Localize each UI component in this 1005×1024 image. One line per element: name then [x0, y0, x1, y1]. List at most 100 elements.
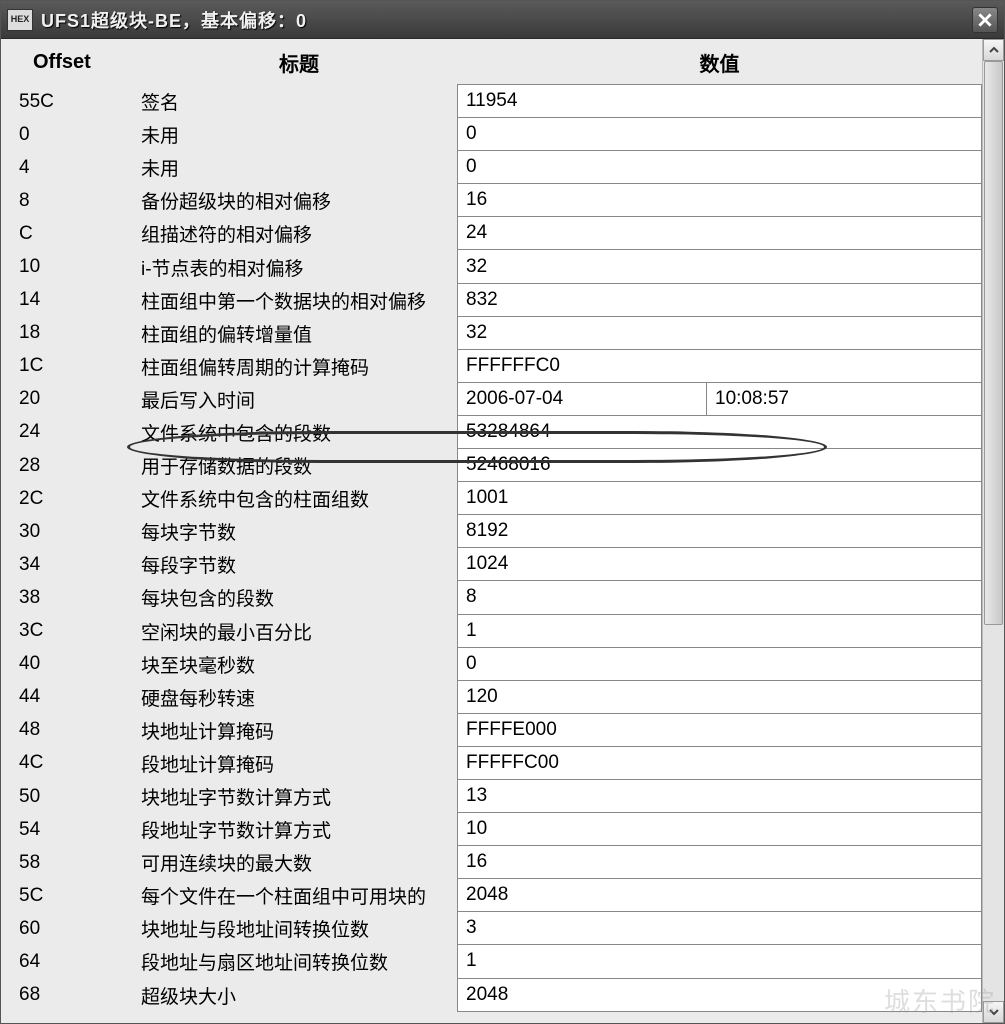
table-row[interactable]: 4C段地址计算掩码FFFFFC00	[1, 747, 982, 780]
cell-value-container: 52468016	[457, 449, 982, 482]
cell-value-container: 1024	[457, 548, 982, 581]
value-cell[interactable]: 2048	[457, 878, 982, 912]
table-row[interactable]: 20最后写入时间2006-07-0410:08:57	[1, 383, 982, 416]
value-cell[interactable]: 2048	[457, 978, 982, 1012]
window-title: UFS1超级块-BE，基本偏移：0	[41, 7, 972, 33]
value-cell[interactable]: 0	[457, 647, 982, 681]
cell-value-container: 13	[457, 780, 982, 813]
value-cell[interactable]: 16	[457, 183, 982, 217]
cell-title: i-节点表的相对偏移	[141, 254, 457, 281]
header-value: 数值	[457, 48, 982, 77]
table-row[interactable]: 48块地址计算掩码FFFFE000	[1, 714, 982, 747]
table-row[interactable]: 14柱面组中第一个数据块的相对偏移832	[1, 284, 982, 317]
cell-offset: 1C	[1, 355, 141, 377]
table-row[interactable]: 38每块包含的段数8	[1, 581, 982, 614]
value-cell[interactable]: 2006-07-04	[457, 382, 707, 416]
header-title: 标题	[141, 48, 457, 77]
value-cell[interactable]: 8192	[457, 514, 982, 548]
cell-title: 文件系统中包含的柱面组数	[141, 485, 457, 512]
titlebar[interactable]: HEX UFS1超级块-BE，基本偏移：0	[1, 1, 1004, 39]
cell-offset: 8	[1, 190, 141, 212]
cell-title: 块地址计算掩码	[141, 717, 457, 744]
cell-value-container: 16	[457, 846, 982, 879]
table-row[interactable]: 54段地址字节数计算方式10	[1, 813, 982, 846]
value-cell[interactable]: 32	[457, 316, 982, 350]
cell-value-container: 1	[457, 615, 982, 648]
value-cell-2[interactable]: 10:08:57	[706, 382, 982, 416]
cell-title: 未用	[141, 154, 457, 181]
value-cell[interactable]: 120	[457, 680, 982, 714]
table-row[interactable]: 55C签名11954	[1, 85, 982, 118]
cell-offset: 58	[1, 852, 141, 874]
table-row[interactable]: 10i-节点表的相对偏移32	[1, 250, 982, 283]
value-cell[interactable]: 10	[457, 812, 982, 846]
scrollbar-track[interactable]	[983, 61, 1004, 1001]
table-row[interactable]: 44硬盘每秒转速120	[1, 681, 982, 714]
value-cell[interactable]: 53284864	[457, 415, 982, 449]
cell-offset: 64	[1, 951, 141, 973]
value-cell[interactable]: 13	[457, 779, 982, 813]
value-cell[interactable]: 8	[457, 580, 982, 614]
value-cell[interactable]: 11954	[457, 84, 982, 118]
table-row[interactable]: 40块至块毫秒数0	[1, 648, 982, 681]
table-row[interactable]: 2C文件系统中包含的柱面组数1001	[1, 482, 982, 515]
table-row[interactable]: C组描述符的相对偏移24	[1, 217, 982, 250]
table-row[interactable]: 30每块字节数8192	[1, 515, 982, 548]
value-cell[interactable]: 1	[457, 614, 982, 648]
cell-offset: 48	[1, 719, 141, 741]
value-cell[interactable]: 1001	[457, 481, 982, 515]
cell-value-container: FFFFFC00	[457, 747, 982, 780]
table-row[interactable]: 28用于存储数据的段数52468016	[1, 449, 982, 482]
close-button[interactable]	[972, 7, 998, 33]
value-cell[interactable]: 832	[457, 283, 982, 317]
cell-title: 未用	[141, 121, 457, 148]
cell-value-container: 120	[457, 681, 982, 714]
table-row[interactable]: 60块地址与段地址间转换位数3	[1, 912, 982, 945]
vertical-scrollbar[interactable]	[982, 39, 1004, 1023]
table-row[interactable]: 8备份超级块的相对偏移16	[1, 184, 982, 217]
table-row[interactable]: 1C柱面组偏转周期的计算掩码FFFFFFC0	[1, 350, 982, 383]
table-row[interactable]: 68超级块大小2048	[1, 979, 982, 1012]
cell-title: 可用连续块的最大数	[141, 849, 457, 876]
table-row[interactable]: 5C每个文件在一个柱面组中可用块的2048	[1, 879, 982, 912]
value-cell[interactable]: FFFFE000	[457, 713, 982, 747]
cell-title: 段地址字节数计算方式	[141, 816, 457, 843]
chevron-down-icon	[989, 1007, 999, 1017]
cell-offset: 4C	[1, 752, 141, 774]
value-cell[interactable]: 0	[457, 150, 982, 184]
value-cell[interactable]: 52468016	[457, 448, 982, 482]
value-cell[interactable]: 3	[457, 911, 982, 945]
cell-offset: 3C	[1, 620, 141, 642]
value-cell[interactable]: 1024	[457, 547, 982, 581]
cell-value-container: 0	[457, 151, 982, 184]
table-row[interactable]: 50块地址字节数计算方式13	[1, 780, 982, 813]
table-row[interactable]: 64段地址与扇区地址间转换位数1	[1, 945, 982, 978]
cell-offset: 50	[1, 786, 141, 808]
value-cell[interactable]: FFFFFC00	[457, 746, 982, 780]
table-row[interactable]: 58可用连续块的最大数16	[1, 846, 982, 879]
scrollbar-down-button[interactable]	[983, 1001, 1004, 1023]
table-row[interactable]: 0未用0	[1, 118, 982, 151]
table-row[interactable]: 18柱面组的偏转增量值32	[1, 317, 982, 350]
cell-offset: 30	[1, 521, 141, 543]
cell-value-container: 2006-07-0410:08:57	[457, 383, 982, 416]
scrollbar-up-button[interactable]	[983, 39, 1004, 61]
cell-title: 文件系统中包含的段数	[141, 419, 457, 446]
cell-title: 每个文件在一个柱面组中可用块的	[141, 882, 457, 909]
cell-value-container: 1	[457, 945, 982, 978]
scrollbar-thumb[interactable]	[984, 61, 1003, 625]
value-cell[interactable]: FFFFFFC0	[457, 349, 982, 383]
value-cell[interactable]: 32	[457, 249, 982, 283]
cell-title: 段地址与扇区地址间转换位数	[141, 948, 457, 975]
cell-title: 硬盘每秒转速	[141, 684, 457, 711]
cell-title: 每段字节数	[141, 551, 457, 578]
table-row[interactable]: 34每段字节数1024	[1, 548, 982, 581]
value-cell[interactable]: 16	[457, 845, 982, 879]
table-row[interactable]: 4未用0	[1, 151, 982, 184]
cell-value-container: 8192	[457, 515, 982, 548]
table-row[interactable]: 3C空闲块的最小百分比1	[1, 615, 982, 648]
value-cell[interactable]: 24	[457, 216, 982, 250]
value-cell[interactable]: 1	[457, 944, 982, 978]
table-row[interactable]: 24文件系统中包含的段数53284864	[1, 416, 982, 449]
value-cell[interactable]: 0	[457, 117, 982, 151]
